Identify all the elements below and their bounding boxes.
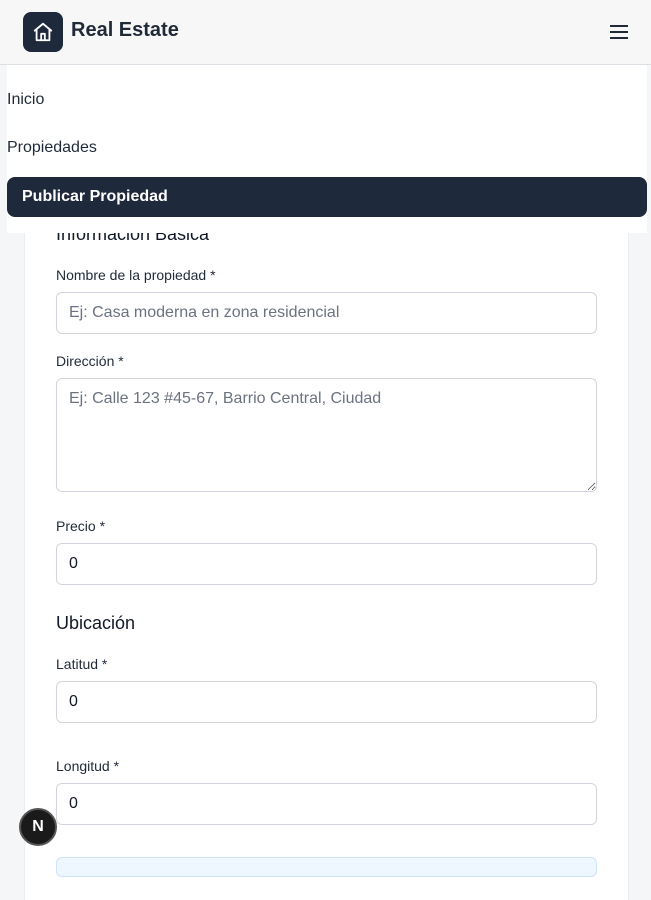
latitude-input[interactable]	[56, 681, 597, 723]
brand-title[interactable]: Real Estate	[71, 19, 179, 42]
hamburger-menu-icon[interactable]	[605, 18, 633, 46]
mobile-nav-menu: Inicio Propiedades Publicar Propiedad	[7, 65, 647, 233]
address-label: Dirección *	[56, 353, 124, 369]
latitude-label: Latitud *	[56, 656, 108, 672]
nav-item-label: Publicar Propiedad	[22, 188, 168, 205]
nav-item-label: Inicio	[7, 91, 45, 108]
section-title-location: Ubicación	[56, 613, 136, 633]
address-textarea[interactable]	[56, 378, 597, 492]
app-header: Real Estate	[0, 0, 651, 65]
property-name-input[interactable]	[56, 292, 597, 334]
nav-item-inicio[interactable]: Inicio	[7, 80, 647, 120]
name-label: Nombre de la propiedad *	[56, 267, 216, 283]
longitude-label: Longitud *	[56, 758, 120, 774]
nav-item-label: Propiedades	[7, 139, 97, 156]
house-icon[interactable]	[23, 12, 63, 52]
price-label: Precio *	[56, 518, 106, 534]
price-input[interactable]	[56, 543, 597, 585]
next-badge-button[interactable]: N	[19, 808, 57, 846]
nav-item-publicar-propiedad[interactable]: Publicar Propiedad	[7, 177, 647, 217]
nav-item-propiedades[interactable]: Propiedades	[7, 128, 647, 168]
longitude-input[interactable]	[56, 783, 597, 825]
badge-letter: N	[32, 818, 44, 835]
info-box	[56, 857, 597, 877]
